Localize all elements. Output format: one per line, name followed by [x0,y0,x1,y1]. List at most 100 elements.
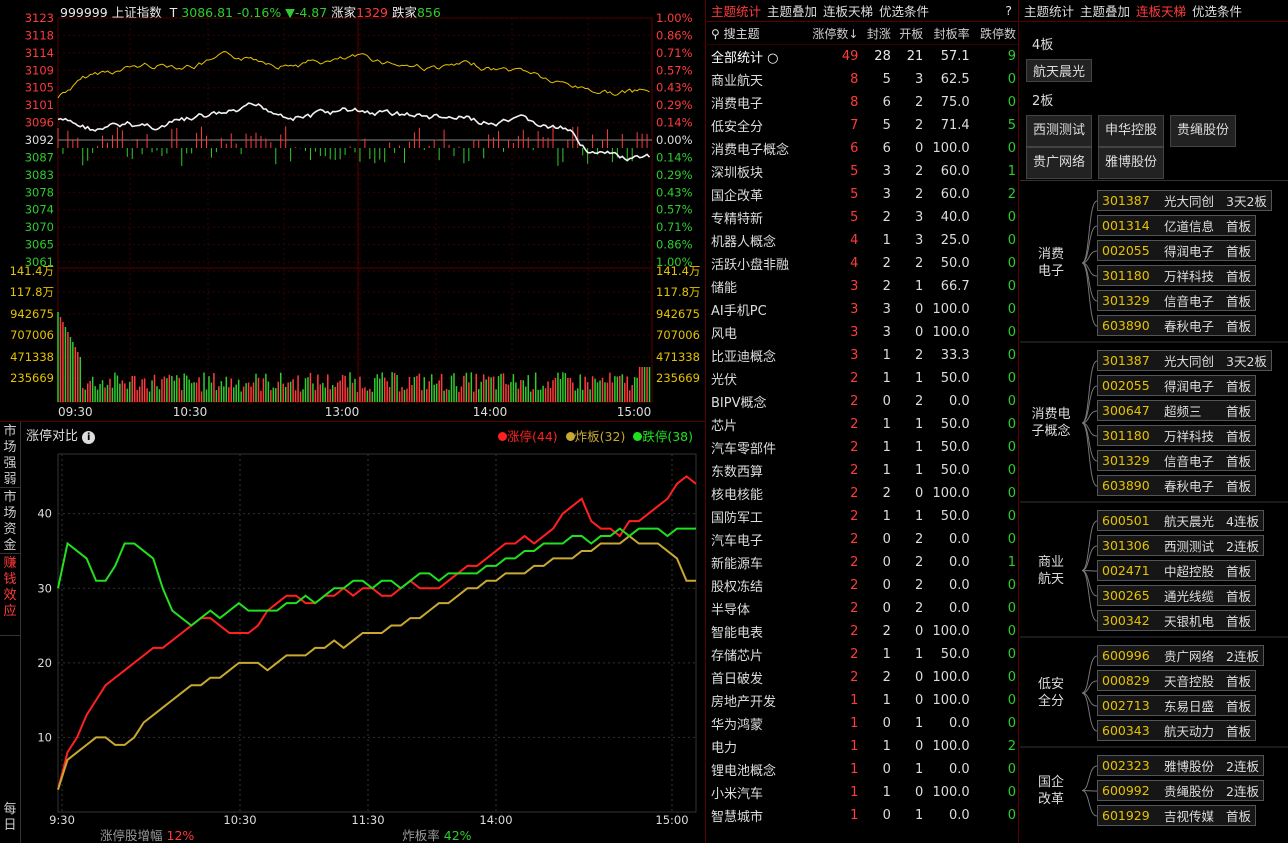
table-row[interactable]: 锂电池概念 1 0 1 0.0 0 [707,758,1018,781]
table-row[interactable]: 汽车零部件 2 1 1 50.0 0 [707,436,1018,459]
stock-tag[interactable]: 600343 航天动力 首板 [1097,720,1257,741]
table-row[interactable]: 首日破发 2 2 0 100.0 0 [707,666,1018,689]
stock-tag[interactable]: 300265 通光线缆 首板 [1097,585,1257,606]
intraday-panel[interactable]: 999999 上证指数 T 3086.81 -0.16% ▼-4.87 涨家13… [0,0,706,422]
theme-name: 芯片 [711,419,738,434]
table-row[interactable]: 小米汽车 1 1 0 100.0 0 [707,781,1018,804]
table-row[interactable]: 消费电子 8 6 2 75.0 0 [707,91,1018,114]
stock-tag[interactable]: 301180 万祥科技 首板 [1097,425,1257,446]
col-rate[interactable]: 封板率 [923,25,970,42]
table-row[interactable]: 新能源车 2 0 2 0.0 1 [707,551,1018,574]
tab-theme-stats-r[interactable]: 主题统计 [1024,1,1074,20]
stock-tag[interactable]: 600992 贵绳股份 2连板 [1097,780,1264,801]
group-name[interactable]: 消费电 子概念 [1022,406,1080,440]
stock-code: 002055 [1102,378,1150,393]
table-row[interactable]: 专精特新 5 2 3 40.0 0 [707,206,1018,229]
tab-limit-ladder[interactable]: 连板天梯 [823,1,873,20]
col-kb[interactable]: 开板 [891,25,923,42]
zt-count: 2 [850,463,859,478]
price-tick: 3123 [25,11,54,25]
table-row[interactable]: 芯片 2 1 1 50.0 0 [707,413,1018,436]
stock-tag[interactable]: 301329 信音电子 首板 [1097,290,1257,311]
stock-tag[interactable]: 301387 光大同创 3天2板 [1097,190,1272,211]
stock-tag[interactable]: 301387 光大同创 3天2板 [1097,350,1272,371]
summary-row[interactable]: 全部统计 ○ 49 28 21 57.1 9 [707,45,1018,68]
ladder-stock-button[interactable]: 西测测试 [1026,115,1093,147]
ladder-stock-button[interactable]: 贵绳股份 [1170,115,1237,147]
group-name[interactable]: 低安 全分 [1022,676,1080,710]
stock-tag[interactable]: 603890 春秋电子 首板 [1097,315,1257,336]
search-theme[interactable]: ⚲ 搜主题 [707,25,807,42]
table-row[interactable]: 深圳板块 5 3 2 60.0 1 [707,160,1018,183]
zt-count: 5 [850,187,859,202]
zt-count: 1 [850,762,859,777]
group-name[interactable]: 国企 改革 [1022,774,1080,808]
ladder-stock-button[interactable]: 贵广网络 [1026,147,1093,179]
table-row[interactable]: 房地产开发 1 1 0 100.0 0 [707,689,1018,712]
col-zt[interactable]: 涨停数↓ [807,25,858,42]
theme-name: 储能 [711,281,738,296]
table-row[interactable]: 国企改革 5 3 2 60.0 2 [707,183,1018,206]
table-row[interactable]: 光伏 2 1 1 50.0 0 [707,367,1018,390]
table-row[interactable]: 消费电子概念 6 6 0 100.0 0 [707,137,1018,160]
table-row[interactable]: 存储芯片 2 1 1 50.0 0 [707,643,1018,666]
stock-tag[interactable]: 600996 贵广网络 2连板 [1097,645,1264,666]
stock-tag[interactable]: 002713 东易日盛 首板 [1097,695,1257,716]
stock-tag[interactable]: 603890 春秋电子 首板 [1097,475,1257,496]
table-row[interactable]: 核电核能 2 2 0 100.0 0 [707,482,1018,505]
ladder-stock-button[interactable]: 雅博股份 [1098,147,1165,179]
intraday-chart[interactable]: 3123 1.00% 3118 0.86% 3114 0.71% 3109 0.57% 3105… [0,0,706,422]
tab-preferred-conditions-r[interactable]: 优选条件 [1192,1,1242,20]
table-row[interactable]: 低安全分 7 5 2 71.4 5 [707,114,1018,137]
stock-tag[interactable]: 300647 超频三 首板 [1097,400,1257,421]
stock-tag[interactable]: 301180 万祥科技 首板 [1097,265,1257,286]
stock-tag[interactable]: 000829 天音控股 首板 [1097,670,1257,691]
table-row[interactable]: 东数西算 2 1 1 50.0 0 [707,459,1018,482]
table-row[interactable]: 股权冻结 2 0 2 0.0 0 [707,574,1018,597]
table-row[interactable]: 储能 3 2 1 66.7 0 [707,275,1018,298]
seal-rate: 100.0 [932,486,970,501]
stock-tag[interactable]: 601929 吉视传媒 首板 [1097,805,1257,826]
stock-board: 首板 [1226,454,1252,469]
ladder-stock-button[interactable]: 航天晨光 [1026,59,1093,82]
stock-tag[interactable]: 001314 亿道信息 首板 [1097,215,1257,236]
table-row[interactable]: 风电 3 3 0 100.0 0 [707,321,1018,344]
table-row[interactable]: 电力 1 1 0 100.0 2 [707,735,1018,758]
tab-preferred-conditions[interactable]: 优选条件 [879,1,929,20]
kb-count: 2 [915,118,924,133]
stock-tag[interactable]: 300342 天银机电 首板 [1097,610,1257,631]
stock-tag[interactable]: 002323 雅博股份 2连板 [1097,755,1264,776]
group-name[interactable]: 商业 航天 [1022,554,1080,588]
table-row[interactable]: BIPV概念 2 0 2 0.0 0 [707,390,1018,413]
stock-tag[interactable]: 301329 信音电子 首板 [1097,450,1257,471]
table-row[interactable]: AI手机PC 3 3 0 100.0 0 [707,298,1018,321]
table-row[interactable]: 智能电表 2 2 0 100.0 0 [707,620,1018,643]
compare-chart[interactable]: 102030409:30 10:30 11:30 14:00 15:00 [0,422,706,843]
table-row[interactable]: 商业航天 8 5 3 62.5 0 [707,68,1018,91]
table-row[interactable]: 半导体 2 0 2 0.0 0 [707,597,1018,620]
price-tick: 3109 [25,63,54,77]
stock-tag[interactable]: 600501 航天晨光 4连板 [1097,510,1264,531]
group-name[interactable]: 消费 电子 [1022,246,1080,280]
stock-code: 301387 [1102,353,1150,368]
help-icon[interactable]: ? [1005,3,1012,18]
stock-tag[interactable]: 002055 得润电子 首板 [1097,240,1257,261]
ladder-stock-button[interactable]: 申华控股 [1098,115,1165,147]
fz-count: 1 [882,417,891,432]
col-dt[interactable]: 跌停数 [970,25,1018,42]
table-row[interactable]: 比亚迪概念 3 1 2 33.3 0 [707,344,1018,367]
tab-theme-overlay[interactable]: 主题叠加 [767,1,817,20]
tab-theme-stats[interactable]: 主题统计 [711,1,761,20]
tab-limit-ladder-r[interactable]: 连板天梯 [1136,1,1186,20]
tab-theme-overlay-r[interactable]: 主题叠加 [1080,1,1130,20]
stock-tag[interactable]: 002055 得润电子 首板 [1097,375,1257,396]
table-row[interactable]: 华为鸿蒙 1 0 1 0.0 0 [707,712,1018,735]
table-row[interactable]: 机器人概念 4 1 3 25.0 0 [707,229,1018,252]
col-fz[interactable]: 封涨 [858,25,891,42]
table-row[interactable]: 国防军工 2 1 1 50.0 0 [707,505,1018,528]
table-row[interactable]: 汽车电子 2 0 2 0.0 0 [707,528,1018,551]
stock-tag[interactable]: 301306 西测测试 2连板 [1097,535,1264,556]
stock-tag[interactable]: 002471 中超控股 首板 [1097,560,1257,581]
table-row[interactable]: 智慧城市 1 0 1 0.0 0 [707,804,1018,827]
table-row[interactable]: 活跃小盘非融 4 2 2 50.0 0 [707,252,1018,275]
